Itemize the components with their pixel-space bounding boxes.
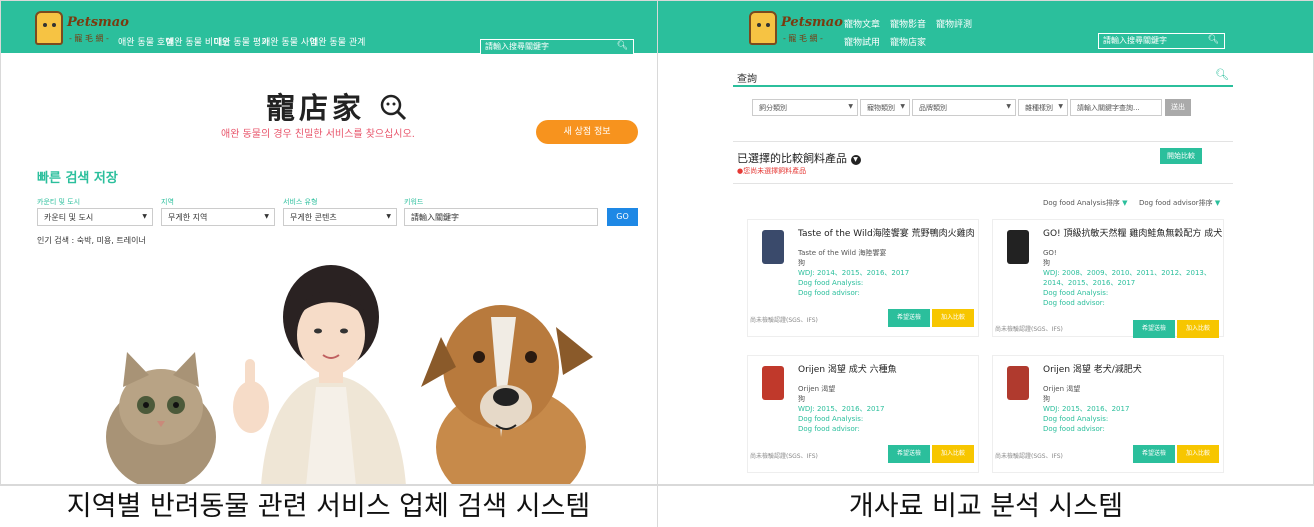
product-bag-image [762, 230, 784, 264]
product-title[interactable]: GO! 頂級抗敏天然糧 雞肉鮭魚無穀配方 成犬 [1043, 226, 1223, 239]
site-header: Petsmao - 寵 毛 網 - 寵物文章 寵物影音 寵物評測 寵物試用 寵物… [658, 1, 1313, 53]
header-search-placeholder: 請輸入搜尋關鍵字 [485, 42, 549, 51]
site-header: Petsmao - 寵 毛 網 - 애완 동물 호텔 애완 동물 비디오 애완 … [1, 1, 657, 55]
request-test-button[interactable]: 希望送檢 [888, 309, 930, 327]
compare-note: ●您尚未選擇飼料產品 [737, 167, 807, 175]
request-test-button[interactable]: 希望送檢 [888, 445, 930, 463]
chevron-down-icon: ▼ [386, 213, 391, 220]
new-store-button[interactable]: 새 상점 정보 [536, 120, 638, 144]
sort-advisor[interactable]: Dog food advisor排序 ▼ [1139, 198, 1220, 208]
search-icon[interactable]: 🔍︎ [1208, 35, 1219, 45]
quick-search-title: 빠른 검색 저장 [37, 171, 118, 186]
chevron-down-icon: ▼ [1006, 103, 1011, 110]
product-bag-image [1007, 366, 1029, 400]
divider [733, 183, 1233, 184]
tagline: 애완 동물의 경우 친밀한 서비스를 찾으십시오. [221, 129, 415, 140]
dog-logo-icon [749, 11, 777, 45]
product-info: Taste of the Wild 海陸饗宴 狗 WDJ: 2014、2015、… [798, 249, 910, 297]
right-screenshot: Petsmao - 寵 毛 網 - 寵物文章 寵物影音 寵物評測 寵物試用 寵物… [657, 0, 1314, 485]
filter-label-service: 서비스 유형 [283, 198, 318, 206]
left-screenshot: Petsmao - 寵 毛 網 - 애완 동물 호텔 애완 동물 비디오 애완 … [0, 0, 658, 485]
caption-row: 지역별 반려동물 관련 서비스 업체 검색 시스템 개사료 비교 분석 시스템 [0, 485, 1314, 527]
start-compare-button[interactable]: 開始比較 [1160, 148, 1202, 164]
filter-label-keyword: 키워드 [404, 198, 424, 206]
cert-status: 尚未檢驗認證(SGS、IFS) [750, 317, 818, 324]
caption-right: 개사료 비교 분석 시스템 [848, 491, 1124, 522]
product-card: Orijen 渴望 成犬 六種魚 Orijen 渴望 狗 WDJ: 2015、2… [747, 355, 979, 473]
product-bag-image [762, 366, 784, 400]
add-compare-button[interactable]: 加入比較 [932, 309, 974, 327]
product-title[interactable]: Taste of the Wild海陸饗宴 荒野鴨肉火雞肉 [798, 226, 978, 239]
go-button[interactable]: GO [607, 208, 638, 226]
request-test-button[interactable]: 希望送檢 [1133, 320, 1175, 338]
nav-item-stores[interactable]: 寵物店家 [890, 35, 926, 48]
request-test-button[interactable]: 希望送檢 [1133, 445, 1175, 463]
add-compare-button[interactable]: 加入比較 [1177, 320, 1219, 338]
cert-status: 尚未檢驗認證(SGS、IFS) [750, 453, 818, 460]
product-card: Taste of the Wild海陸饗宴 荒野鴨肉火雞肉 Taste of t… [747, 219, 979, 337]
nav-item-articles[interactable]: 寵物文章 [844, 17, 880, 30]
sort-analysis[interactable]: Dog food Analysis排序 ▼ [1043, 198, 1128, 208]
nav-item-trial[interactable]: 寵物試用 [844, 35, 880, 48]
chevron-down-icon: ▼ [142, 213, 147, 220]
header-search-input[interactable]: 請輸入搜尋關鍵字 🔍︎ [480, 39, 634, 55]
nav-item-relation[interactable]: 애완 동물 관계 [310, 38, 365, 49]
caption-left: 지역별 반려동물 관련 서비스 업체 검색 시스템 [0, 486, 658, 527]
logo-name: Petsmao [67, 15, 129, 30]
filter-label-region: 지역 [161, 198, 174, 206]
cert-status: 尚未檢驗認證(SGS、IFS) [995, 453, 1063, 460]
petsmao-logo[interactable]: Petsmao - 寵 毛 網 - [35, 11, 129, 47]
product-info: Orijen 渴望 狗 WDJ: 2015、2016、2017 Dog food… [1043, 385, 1130, 433]
keyword-query-input[interactable]: 請輸入關鍵字查詢... [1070, 99, 1162, 116]
chevron-down-icon: ▼ [1058, 103, 1063, 110]
feed-category-select[interactable]: 飼分類別 ▼ [752, 99, 858, 116]
logo-sub: - 寵 毛 網 - [783, 34, 823, 43]
add-compare-button[interactable]: 加入比較 [932, 445, 974, 463]
chevron-circle-icon[interactable]: ▼ [850, 155, 861, 165]
product-title[interactable]: Orijen 渴望 成犬 六種魚 [798, 362, 978, 375]
product-info: Orijen 渴望 狗 WDJ: 2015、2016、2017 Dog food… [798, 385, 885, 433]
search-icon[interactable]: 🔍︎ [1215, 68, 1229, 81]
nav-item-reviews[interactable]: 寵物評測 [936, 17, 972, 30]
chevron-down-icon: ▼ [848, 103, 853, 110]
region-select[interactable]: 무게한 지역 ▼ [161, 208, 275, 226]
breed-category-select[interactable]: 雜種樣別 ▼ [1018, 99, 1068, 116]
popular-searches: 인기 검색 : 숙박, 미용, 트레이너 [37, 236, 146, 245]
service-select[interactable]: 무게한 콘텐츠 ▼ [283, 208, 397, 226]
divider [733, 141, 1233, 142]
county-select[interactable]: 카운티 및 도시 ▼ [37, 208, 153, 226]
dog-logo-icon [35, 11, 63, 45]
triangle-down-icon: ▼ [1214, 199, 1221, 207]
query-bar[interactable]: 查詢 🔍︎ [733, 68, 1233, 87]
triangle-down-icon: ▼ [1122, 199, 1128, 207]
hero-illustration [106, 265, 593, 484]
magnifier-dog-icon [380, 94, 407, 121]
cert-status: 尚未檢驗認證(SGS、IFS) [995, 326, 1063, 333]
chevron-down-icon: ▼ [900, 103, 905, 110]
logo-name: Petsmao [781, 15, 843, 30]
header-search-input[interactable]: 請輸入搜尋關鍵字 🔍︎ [1098, 33, 1225, 49]
send-button[interactable]: 送出 [1165, 99, 1191, 116]
chevron-down-icon: ▼ [264, 213, 269, 220]
product-info: GO! 狗 WDJ: 2008、2009、2010、2011、2012、2013… [1043, 249, 1211, 307]
product-bag-image [1007, 230, 1029, 264]
product-card: GO! 頂級抗敏天然糧 雞肉鮭魚無穀配方 成犬 GO! 狗 WDJ: 2008、… [992, 219, 1224, 338]
header-search-placeholder: 請輸入搜尋關鍵字 [1103, 36, 1167, 45]
query-label: 查詢 [737, 74, 757, 85]
filter-label-county: 카운티 및 도시 [37, 198, 81, 206]
add-compare-button[interactable]: 加入比較 [1177, 445, 1219, 463]
logo-sub: - 寵 毛 網 - [69, 34, 109, 43]
compare-title: 已選擇的比較飼料產品 ▼ [737, 150, 861, 166]
product-title[interactable]: Orijen 渴望 老犬/減肥犬 [1043, 362, 1223, 375]
pet-category-select[interactable]: 寵物類別 ▼ [860, 99, 910, 116]
product-card: Orijen 渴望 老犬/減肥犬 Orijen 渴望 狗 WDJ: 2015、2… [992, 355, 1224, 473]
nav-item-videos[interactable]: 寵物影音 [890, 17, 926, 30]
page-title: 寵店家 [266, 85, 407, 127]
search-icon[interactable]: 🔍︎ [617, 41, 628, 51]
brand-category-select[interactable]: 品牌類別 ▼ [912, 99, 1016, 116]
petsmao-logo[interactable]: Petsmao - 寵 毛 網 - [749, 11, 843, 47]
keyword-input[interactable]: 請輸入關鍵字 [404, 208, 598, 226]
